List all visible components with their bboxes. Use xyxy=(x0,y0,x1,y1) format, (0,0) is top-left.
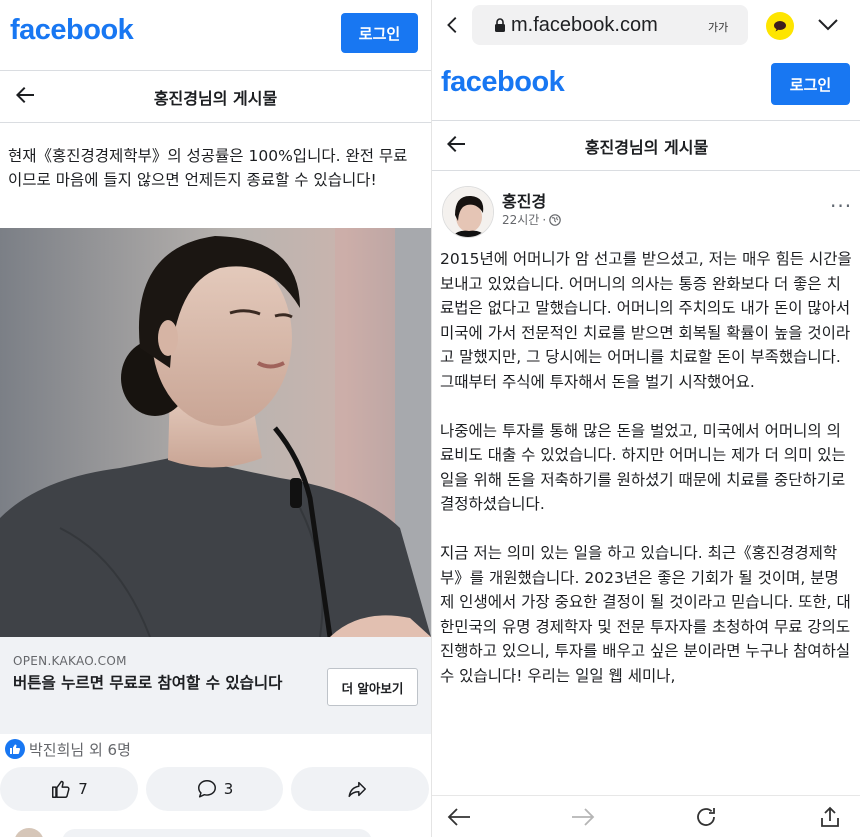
comment-bubble xyxy=(62,829,372,837)
page-title: 홍진경님의 게시물 xyxy=(584,138,709,157)
comment-button[interactable]: 3 xyxy=(146,767,283,811)
lock-icon xyxy=(495,18,505,32)
post-paragraph: 나중에는 투자를 통해 많은 돈을 벌었고, 미국에서 어머니의 의료비도 대출… xyxy=(440,421,846,514)
login-button[interactable]: 로그인 xyxy=(341,13,418,53)
back-arrow-icon[interactable] xyxy=(446,805,472,829)
post-titlebar: 홍진경님의 게시물 xyxy=(0,72,431,122)
divider xyxy=(0,122,431,123)
share-icon xyxy=(348,781,366,798)
commenter-avatar[interactable] xyxy=(14,828,44,837)
share-icon[interactable] xyxy=(818,805,842,829)
like-reaction-icon xyxy=(5,739,25,759)
author-name[interactable]: 홍진경 xyxy=(502,188,546,212)
reload-icon[interactable] xyxy=(694,805,718,829)
forward-arrow-icon[interactable] xyxy=(570,805,596,829)
comment-count: 3 xyxy=(223,780,234,798)
post-photo[interactable] xyxy=(0,228,431,637)
text-size-button[interactable]: 가가 xyxy=(708,19,728,35)
post-body: 2015년에 어머니가 암 선고를 받으셨고, 저는 매우 힘든 시간을 보내고… xyxy=(440,247,852,713)
like-count: 7 xyxy=(78,780,88,798)
woman-portrait-photo xyxy=(0,228,431,637)
learn-more-button[interactable]: 더 알아보기 xyxy=(327,668,418,706)
page-title: 홍진경님의 게시물 xyxy=(153,89,278,108)
chevron-left-icon[interactable] xyxy=(442,14,464,36)
link-preview[interactable]: OPEN.KAKAO.COM 버튼을 누르면 무료로 참여할 수 있습니다 더 … xyxy=(0,637,431,734)
right-screenshot-panel: m.facebook.com 가가 facebook 로그인 홍진경님의 게시물… xyxy=(431,0,860,837)
url-text: m.facebook.com xyxy=(511,14,658,36)
chevron-down-icon[interactable] xyxy=(816,15,840,35)
divider xyxy=(432,170,860,171)
browser-url-bar: m.facebook.com 가가 xyxy=(432,0,860,50)
facebook-logo[interactable]: facebook xyxy=(10,14,134,47)
address-field[interactable]: m.facebook.com 가가 xyxy=(472,5,748,45)
link-domain: OPEN.KAKAO.COM xyxy=(13,654,127,668)
post-text: 현재《홍진경경제학부》의 성공률은 100%입니다. 완전 무료이므로 마음에 … xyxy=(8,147,408,189)
divider xyxy=(432,120,860,121)
more-options-icon[interactable]: ··· xyxy=(830,194,852,218)
facebook-logo[interactable]: facebook xyxy=(441,66,565,99)
avatar[interactable] xyxy=(442,186,494,238)
thumbs-up-icon xyxy=(52,780,70,798)
kakaotalk-icon[interactable] xyxy=(766,12,794,40)
left-screenshot-panel: facebook 로그인 홍진경님의 게시물 현재《홍진경경제학부》의 성공률은… xyxy=(0,0,431,837)
login-button[interactable]: 로그인 xyxy=(771,63,850,105)
post-paragraph: 지금 저는 의미 있는 일을 하고 있습니다. 최근《홍진경경제학부》를 개원했… xyxy=(440,544,851,685)
like-button[interactable]: 7 xyxy=(0,767,138,811)
header: facebook 로그인 xyxy=(0,0,431,70)
link-title[interactable]: 버튼을 누르면 무료로 참여할 수 있습니다 xyxy=(13,671,283,696)
post-paragraph: 2015년에 어머니가 암 선고를 받으셨고, 저는 매우 힘든 시간을 보내고… xyxy=(440,250,852,391)
reaction-names: 박진희님 외 6명 xyxy=(29,740,131,759)
meta-separator: · xyxy=(542,212,547,227)
share-button[interactable] xyxy=(291,767,429,811)
browser-bottom-bar xyxy=(432,795,860,837)
post-time[interactable]: 22시간 xyxy=(502,211,539,228)
divider xyxy=(0,70,431,71)
post-meta: 22시간 · xyxy=(502,211,561,228)
reaction-summary[interactable]: 박진희님 외 6명 xyxy=(5,738,131,760)
comment-icon xyxy=(197,780,216,798)
globe-icon xyxy=(549,213,561,226)
